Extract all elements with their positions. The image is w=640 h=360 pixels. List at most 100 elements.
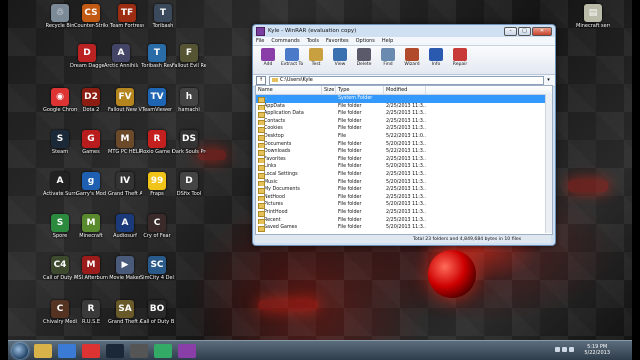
file-row[interactable]: Cookies File folder 2/25/2013 11:3... [256,125,552,133]
desktop-icon[interactable]: AActivate Surround... [43,172,77,197]
column-size[interactable]: Size [322,86,336,94]
file-list[interactable]: Name Size Type Modified .. System Folder A… [255,85,553,235]
tray-icon[interactable] [555,347,560,352]
file-row[interactable]: Pictures File folder 5/20/2013 11:3... [256,201,552,209]
desktop-icon[interactable]: CChivalry Medie... [43,300,77,325]
toolbar-wizard-button[interactable]: Wizard [401,48,423,67]
desktop-icon[interactable]: D Dream Dagger [70,44,104,69]
desktop-icon[interactable]: SAGrand Theft Auto San... [108,300,142,325]
desktop-icon[interactable]: ♲ Recycle Bin [43,4,77,29]
desktop-icon[interactable]: FVFallout New Vegas [108,88,142,113]
menu-item-tools[interactable]: Tools [307,38,319,44]
volume-icon[interactable] [569,347,574,352]
desktop-icon[interactable]: TV TeamViewer [140,88,174,113]
desktop-icon[interactable]: M Minecraft [74,214,108,239]
vertical-scrollbar[interactable] [545,94,552,233]
file-row[interactable]: Application Data File folder 2/25/2013 11:… [256,110,552,118]
desktop-icon[interactable]: h hamachi [172,88,206,113]
file-row[interactable]: Music File folder 5/20/2013 11:3... [256,179,552,187]
column-name[interactable]: Name [256,86,322,94]
desktop-icon[interactable]: S Spore [43,214,77,239]
taskbar-explorer-button[interactable] [34,344,52,358]
file-row[interactable]: Saved Games File folder 5/20/2013 11:3... [256,224,552,232]
file-row[interactable]: .. System Folder [256,95,552,103]
toolbar-view-button[interactable]: View [329,48,351,67]
desktop-icon[interactable]: RRoxio Game Capture [140,130,174,155]
desktop-icon[interactable]: A Audiosurf [108,214,142,239]
app-icon: IV [116,172,134,190]
desktop-icon[interactable]: BOCall of Duty Black Ops II [140,300,174,325]
desktop-icon[interactable]: AArctic Annihilation [104,44,138,69]
desktop-icon[interactable]: T Toribash [146,4,180,29]
title-bar[interactable]: Kyle - WinRAR (evaluation copy) – □ ✕ [253,25,555,37]
desktop-icon[interactable]: S Steam [43,130,77,155]
taskbar-chrome-button[interactable] [82,344,100,358]
file-row[interactable]: Local Settings File folder 2/25/2013 11:3.… [256,171,552,179]
winrar-window[interactable]: Kyle - WinRAR (evaluation copy) – □ ✕ Fi… [252,24,556,246]
minimize-button[interactable]: – [504,26,517,36]
file-row[interactable]: NetHood File folder 2/25/2013 11:3... [256,194,552,202]
clock[interactable]: 5:19 PM 5/22/2013 [584,344,610,356]
column-type[interactable]: Type [336,86,384,94]
menu-item-favorites[interactable]: Favorites [326,38,349,44]
file-row[interactable]: Documents File folder 5/20/2013 11:3... [256,141,552,149]
file-modified: 5/20/2013 11:3... [386,202,426,208]
taskbar-media-player-button[interactable] [58,344,76,358]
up-folder-button[interactable]: ↑ [256,76,266,85]
file-row[interactable]: Favorites File folder 2/25/2013 11:3... [256,156,552,164]
desktop-icon[interactable]: R R.U.S.E [74,300,108,325]
maximize-button[interactable]: □ [518,26,531,36]
toolbar-info-button[interactable]: Info [425,48,447,67]
desktop-icon[interactable]: ▤Minecraft server [576,4,610,29]
desktop-icon[interactable]: 99 Fraps [140,172,174,197]
desktop-icon[interactable]: CSCounter-Strike Source [74,4,108,29]
app-icon: A [116,214,134,232]
chevron-down-icon[interactable]: ▾ [545,77,552,84]
file-row[interactable]: Links File folder 5/20/2013 11:3... [256,163,552,171]
taskbar-wizard-button[interactable] [130,344,148,358]
desktop-icon[interactable]: FFallout Evil Revelation [172,44,206,69]
start-button[interactable] [12,343,28,359]
desktop-icon[interactable]: D DSfix Tool [172,172,206,197]
file-row[interactable]: AppData File folder 2/25/2013 11:3... [256,103,552,111]
toolbar-find-button[interactable]: Find [377,48,399,67]
desktop-icon[interactable]: MMTG PC HELPDESK [108,130,142,155]
menu-item-file[interactable]: File [256,38,264,44]
desktop-icon[interactable]: DSDark Souls Prepare to Die [172,130,206,155]
desktop-icon[interactable]: ▶ Movie Maker [108,256,142,281]
file-row[interactable]: Contacts File folder 2/25/2013 11:3... [256,118,552,126]
desktop-icon[interactable]: T Toribash Rev [140,44,174,69]
desktop-icon-label: Dark Souls Prepare to Die [172,149,206,155]
desktop-icon[interactable]: MMSI Afterburner [74,256,108,281]
file-row[interactable]: Recent File folder 2/25/2013 11:3... [256,217,552,225]
desktop-icon[interactable]: G Games [74,130,108,155]
taskbar-steam-button[interactable] [106,344,124,358]
file-row[interactable]: My Documents File folder 2/25/2013 11:3... [256,186,552,194]
taskbar-task-manager-button[interactable] [154,344,172,358]
menu-item-commands[interactable]: Commands [271,38,299,44]
address-field[interactable]: C:\Users\Kyle [269,76,544,85]
file-row[interactable]: Desktop File 5/22/2013 11:0... [256,133,552,141]
tray-icon[interactable] [562,347,567,352]
toolbar-repair-button[interactable]: Repair [449,48,471,67]
app-icon: C [148,214,166,232]
toolbar-add-button[interactable]: Add [257,48,279,67]
file-row[interactable]: Downloads File folder 5/22/2013 11:3... [256,148,552,156]
desktop-icon[interactable]: ◉Google Chrome [43,88,77,113]
desktop-icon[interactable]: D2 Dota 2 [74,88,108,113]
desktop-icon[interactable]: C Cry of Fear [140,214,174,239]
taskbar-winrar-button[interactable] [178,344,196,358]
desktop-icon[interactable]: C4Call of Duty 4 Modern Wa... [43,256,77,281]
desktop-icon[interactable]: g Garry's Mod [74,172,108,197]
column-modified[interactable]: Modified [384,86,426,94]
toolbar-test-button[interactable]: Test [305,48,327,67]
menu-item-help[interactable]: Help [382,38,393,44]
file-row[interactable]: PrintHood File folder 2/25/2013 11:3... [256,209,552,217]
desktop-icon[interactable]: TFTeam Fortress 2 [110,4,144,29]
desktop-icon[interactable]: IVGrand Theft Auto IV [108,172,142,197]
desktop-icon[interactable]: SCSimCity 4 Deluxe [140,256,174,281]
toolbar-delete-button[interactable]: Delete [353,48,375,67]
toolbar-extract-to-button[interactable]: Extract To [281,48,303,67]
close-button[interactable]: ✕ [532,26,552,36]
menu-item-options[interactable]: Options [356,38,375,44]
